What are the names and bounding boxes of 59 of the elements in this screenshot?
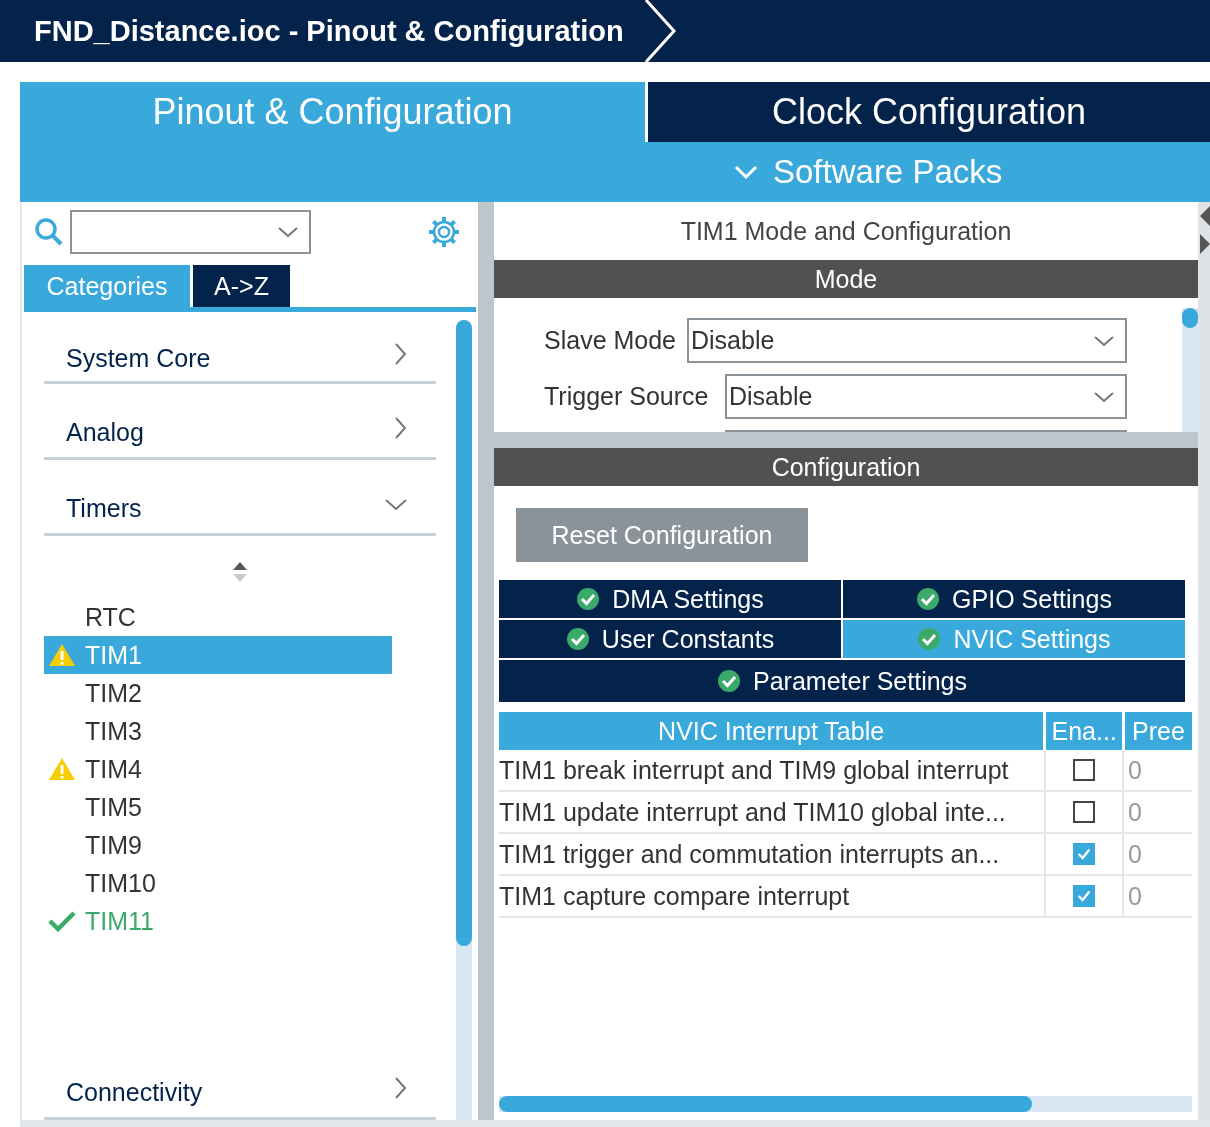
table-cell: 0 [1122, 750, 1189, 790]
scrollbar[interactable] [456, 320, 472, 1120]
settings-tab[interactable]: Parameter Settings [499, 660, 1185, 702]
checkbox[interactable] [1073, 843, 1095, 865]
category-item[interactable]: Timers [44, 460, 436, 536]
check-circle-icon [576, 587, 601, 611]
check-circle-icon [565, 627, 590, 651]
settings-tab[interactable]: GPIO Settings [843, 580, 1185, 618]
peripheral-item[interactable]: TIM5 [44, 788, 392, 826]
category-item[interactable]: System Core [44, 312, 436, 384]
dropdown-field[interactable]: Disable [687, 318, 1127, 363]
settings-tab[interactable]: User Constants [499, 620, 841, 658]
settings-icon[interactable] [427, 215, 461, 249]
peripheral-item[interactable]: TIM10 [44, 864, 392, 902]
checkbox[interactable] [1073, 885, 1095, 907]
field-label: Trigger Source [544, 382, 709, 411]
peripheral-item[interactable]: TIM3 [44, 712, 392, 750]
category-item[interactable]: Analog [44, 384, 436, 460]
category-item[interactable]: Connectivity [44, 1044, 436, 1120]
chevron-down-icon [1093, 389, 1115, 404]
sort-icon[interactable] [231, 560, 249, 584]
panel-title: TIM1 Mode and Configuration [679, 215, 1013, 247]
table-cell: 0 [1122, 792, 1189, 832]
window-title: FND_Distance.ioc - Pinout & Configuration [33, 14, 625, 48]
field-label: Slave Mode [544, 326, 677, 355]
table-cell-text: TIM1 update interrupt and TIM10 global inte... [499, 796, 1007, 828]
scrollbar[interactable] [499, 1096, 1192, 1112]
chevron-down-icon [277, 225, 299, 239]
table-cell-text: TIM1 trigger and commutation interrupts an... [499, 838, 1001, 870]
chevron-down-icon [733, 163, 759, 181]
table-cell: 0 [1122, 876, 1189, 916]
scrollbar[interactable] [1182, 308, 1198, 432]
chevron-right-icon [392, 1075, 408, 1100]
check-circle-icon [917, 627, 942, 651]
search-icon[interactable] [34, 217, 64, 247]
table-cell-text: TIM1 capture compare interrupt [499, 880, 851, 912]
peripheral-item[interactable]: RTC [44, 598, 392, 636]
peripheral-item[interactable]: TIM2 [44, 674, 392, 712]
warning-icon [48, 643, 76, 667]
warning-icon [48, 757, 76, 781]
check-circle-icon [717, 669, 741, 693]
search-field[interactable] [70, 210, 311, 254]
table-cell-text: TIM1 break interrupt and TIM9 global interrupt [499, 754, 1010, 786]
table-cell: 0 [1122, 834, 1189, 874]
peripheral-item[interactable]: TIM4 [44, 750, 392, 788]
dropdown-field[interactable]: Disable [725, 374, 1127, 419]
settings-tab[interactable]: DMA Settings [499, 580, 841, 618]
checkmark-icon [48, 910, 76, 932]
checkbox[interactable] [1073, 801, 1095, 823]
chevron-right-icon [392, 341, 408, 366]
checkbox[interactable] [1073, 759, 1095, 781]
peripheral-item[interactable]: TIM9 [44, 826, 392, 864]
section-header: Configuration [494, 448, 1198, 486]
chevron-right-icon [392, 415, 408, 440]
view-tab[interactable]: A->Z [193, 265, 290, 307]
check-circle-icon [916, 587, 941, 611]
chevron-down-icon [1093, 333, 1115, 348]
section-header: Mode [494, 260, 1198, 298]
main-tab[interactable]: Clock Configuration [648, 82, 1210, 142]
